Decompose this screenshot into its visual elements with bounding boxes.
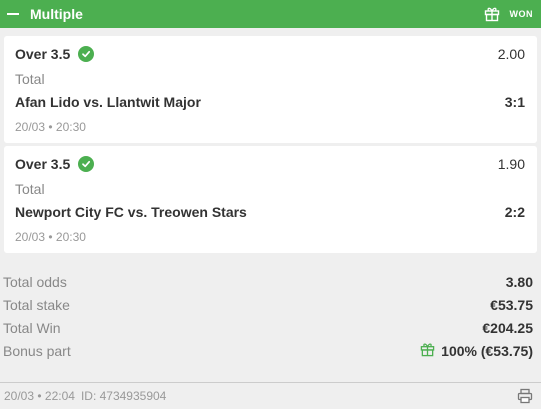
selection-card: Over 3.5 1.90 Total Newport City FC vs. …: [4, 146, 537, 253]
bonus-label: Bonus part: [3, 342, 71, 359]
selection-odds: 1.90: [497, 156, 525, 172]
selection-name: Over 3.5: [15, 46, 71, 62]
gift-icon: [420, 342, 435, 360]
event-name[interactable]: Afan Lido vs. Llantwit Major: [15, 94, 201, 110]
check-icon: [78, 156, 95, 172]
total-odds-label: Total odds: [3, 273, 67, 290]
bonus-value-wrap: 100% (€53.75): [420, 342, 533, 360]
bet-summary: Total odds 3.80 Total stake €53.75 Total…: [0, 256, 541, 362]
total-win-label: Total Win: [3, 319, 61, 336]
event-score: 2:2: [504, 204, 525, 220]
total-win-value: €204.25: [482, 319, 533, 336]
total-win-row: Total Win €204.25: [3, 316, 533, 339]
print-icon[interactable]: [517, 388, 533, 404]
status-badge: WON: [509, 9, 533, 19]
total-stake-label: Total stake: [3, 296, 70, 313]
bet-status: WON: [484, 6, 534, 22]
bonus-value: 100% (€53.75): [441, 342, 533, 359]
selection-market: Total: [15, 71, 45, 87]
bonus-row: Bonus part 100% (€53.75): [3, 339, 533, 362]
event-score: 3:1: [504, 94, 525, 110]
total-stake-row: Total stake €53.75: [3, 293, 533, 316]
selection-header: Over 3.5: [15, 156, 95, 172]
bet-id: ID: 4734935904: [80, 389, 167, 403]
selection-odds: 2.00: [497, 46, 525, 62]
total-stake-value: €53.75: [490, 296, 533, 313]
selections-list: Over 3.5 2.00 Total Afan Lido vs. Llantw…: [0, 28, 541, 253]
collapse-icon[interactable]: [6, 7, 20, 21]
bet-type-title: Multiple: [30, 6, 83, 22]
bet-footer: 20/03 • 22:04 ID: 4734935904: [0, 382, 541, 409]
bet-placed-datetime: 20/03 • 22:04: [4, 389, 75, 403]
event-datetime: 20/03 • 20:30: [15, 230, 86, 244]
selection-card: Over 3.5 2.00 Total Afan Lido vs. Llantw…: [4, 36, 537, 143]
total-odds-value: 3.80: [505, 273, 533, 290]
bet-header: Multiple WON: [0, 0, 541, 28]
gift-icon: [484, 6, 500, 22]
selection-header: Over 3.5: [15, 46, 95, 62]
event-datetime: 20/03 • 20:30: [15, 120, 86, 134]
check-icon: [78, 46, 95, 62]
selection-market: Total: [15, 181, 45, 197]
event-name[interactable]: Newport City FC vs. Treowen Stars: [15, 204, 247, 220]
total-odds-row: Total odds 3.80: [3, 270, 533, 293]
selection-name: Over 3.5: [15, 156, 71, 172]
